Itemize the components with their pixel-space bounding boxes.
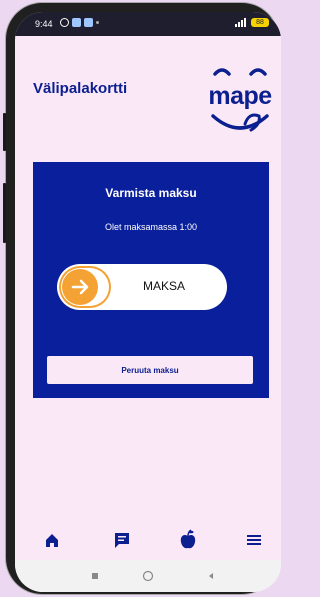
status-system-icons: 88: [234, 18, 269, 27]
nav-snacks[interactable]: [173, 527, 203, 553]
app-screen: 9:44 88 Välipalakortti mape Varmista mak…: [15, 12, 281, 592]
system-navigation-bar: [15, 560, 281, 592]
battery-icon: 88: [251, 18, 269, 27]
arrow-right-icon: [71, 279, 89, 295]
signal-icon: [235, 18, 246, 27]
more-notifications-icon: [96, 21, 99, 24]
payment-confirm-card: Varmista maksu Olet maksamassa 1:00 MAKS…: [33, 162, 269, 398]
home-system-icon[interactable]: [142, 570, 154, 582]
nav-home[interactable]: [37, 527, 67, 553]
slide-to-pay-track[interactable]: MAKSA: [57, 264, 227, 310]
nav-messages[interactable]: [107, 527, 137, 553]
card-title: Varmista maksu: [105, 186, 197, 200]
back-icon[interactable]: [205, 570, 217, 582]
mape-logo: mape: [205, 60, 275, 138]
status-time: 9:44: [35, 19, 53, 29]
status-notification-icons: [60, 18, 99, 27]
notification-icon: [72, 18, 81, 27]
notification-icon: [84, 18, 93, 27]
payment-amount-text: Olet maksamassa 1:00: [104, 222, 198, 232]
apple-icon: [180, 529, 196, 549]
screen-wrapper: 9:44 88 Välipalakortti mape Varmista mak…: [6, 3, 281, 594]
slide-to-pay-label: MAKSA: [142, 279, 185, 293]
home-icon: [46, 534, 58, 547]
recents-icon[interactable]: [89, 570, 101, 582]
nav-menu[interactable]: [239, 527, 269, 553]
status-bar: 9:44 88: [15, 12, 281, 36]
chat-icon: [115, 533, 129, 548]
page-title: Välipalakortti: [33, 80, 128, 97]
slide-to-pay-handle[interactable]: [59, 266, 111, 308]
logo-text: mape: [208, 82, 272, 110]
alarm-icon: [60, 18, 69, 27]
slide-knob-circle: [62, 269, 98, 305]
menu-icon: [247, 535, 261, 545]
cancel-payment-label: Peruuta maksu: [121, 366, 179, 375]
cancel-payment-button[interactable]: Peruuta maksu: [47, 356, 253, 384]
bottom-navigation: [15, 527, 281, 553]
